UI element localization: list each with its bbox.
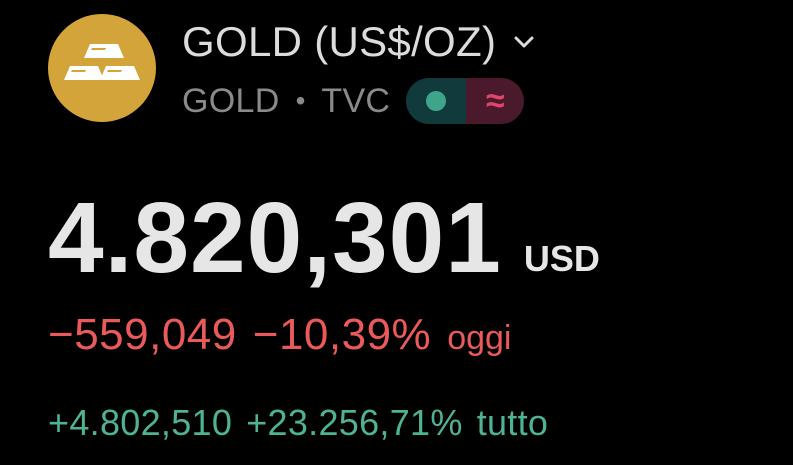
instrument-subtitle: GOLD • TVC ≈ (182, 78, 525, 124)
data-delayed-badge[interactable]: ≈ (466, 78, 525, 124)
change-all-period: tutto (476, 402, 549, 443)
change-today: −559,049 −10,39% oggi (48, 310, 511, 360)
symbol-header: GOLD (US$/OZ) GOLD • TVC ≈ 4.820,301 USD… (0, 0, 793, 465)
change-today-absolute: −559,049 (48, 310, 237, 359)
chevron-down-icon[interactable] (510, 28, 538, 56)
instrument-symbol: GOLD (182, 81, 280, 120)
market-open-badge[interactable] (406, 78, 467, 124)
exchange-name: TVC (321, 81, 391, 120)
last-price: 4.820,301 (48, 182, 502, 294)
change-all-absolute: +4.802,510 (48, 402, 233, 443)
change-today-period: oggi (447, 319, 512, 357)
price-block: 4.820,301 USD (48, 188, 600, 288)
change-all-percent: +23.256,71% (246, 402, 463, 443)
price-currency: USD (523, 238, 600, 279)
separator-dot: • (295, 85, 306, 116)
change-all-time: +4.802,510 +23.256,71% tutto (48, 402, 548, 444)
instrument-selector[interactable]: GOLD (US$/OZ) (182, 14, 538, 70)
approx-icon: ≈ (485, 81, 505, 120)
gold-bars-icon (48, 14, 156, 122)
change-today-percent: −10,39% (252, 310, 432, 359)
green-dot-icon (426, 91, 447, 111)
instrument-title: GOLD (US$/OZ) (182, 18, 497, 65)
status-badges[interactable]: ≈ (406, 78, 525, 124)
